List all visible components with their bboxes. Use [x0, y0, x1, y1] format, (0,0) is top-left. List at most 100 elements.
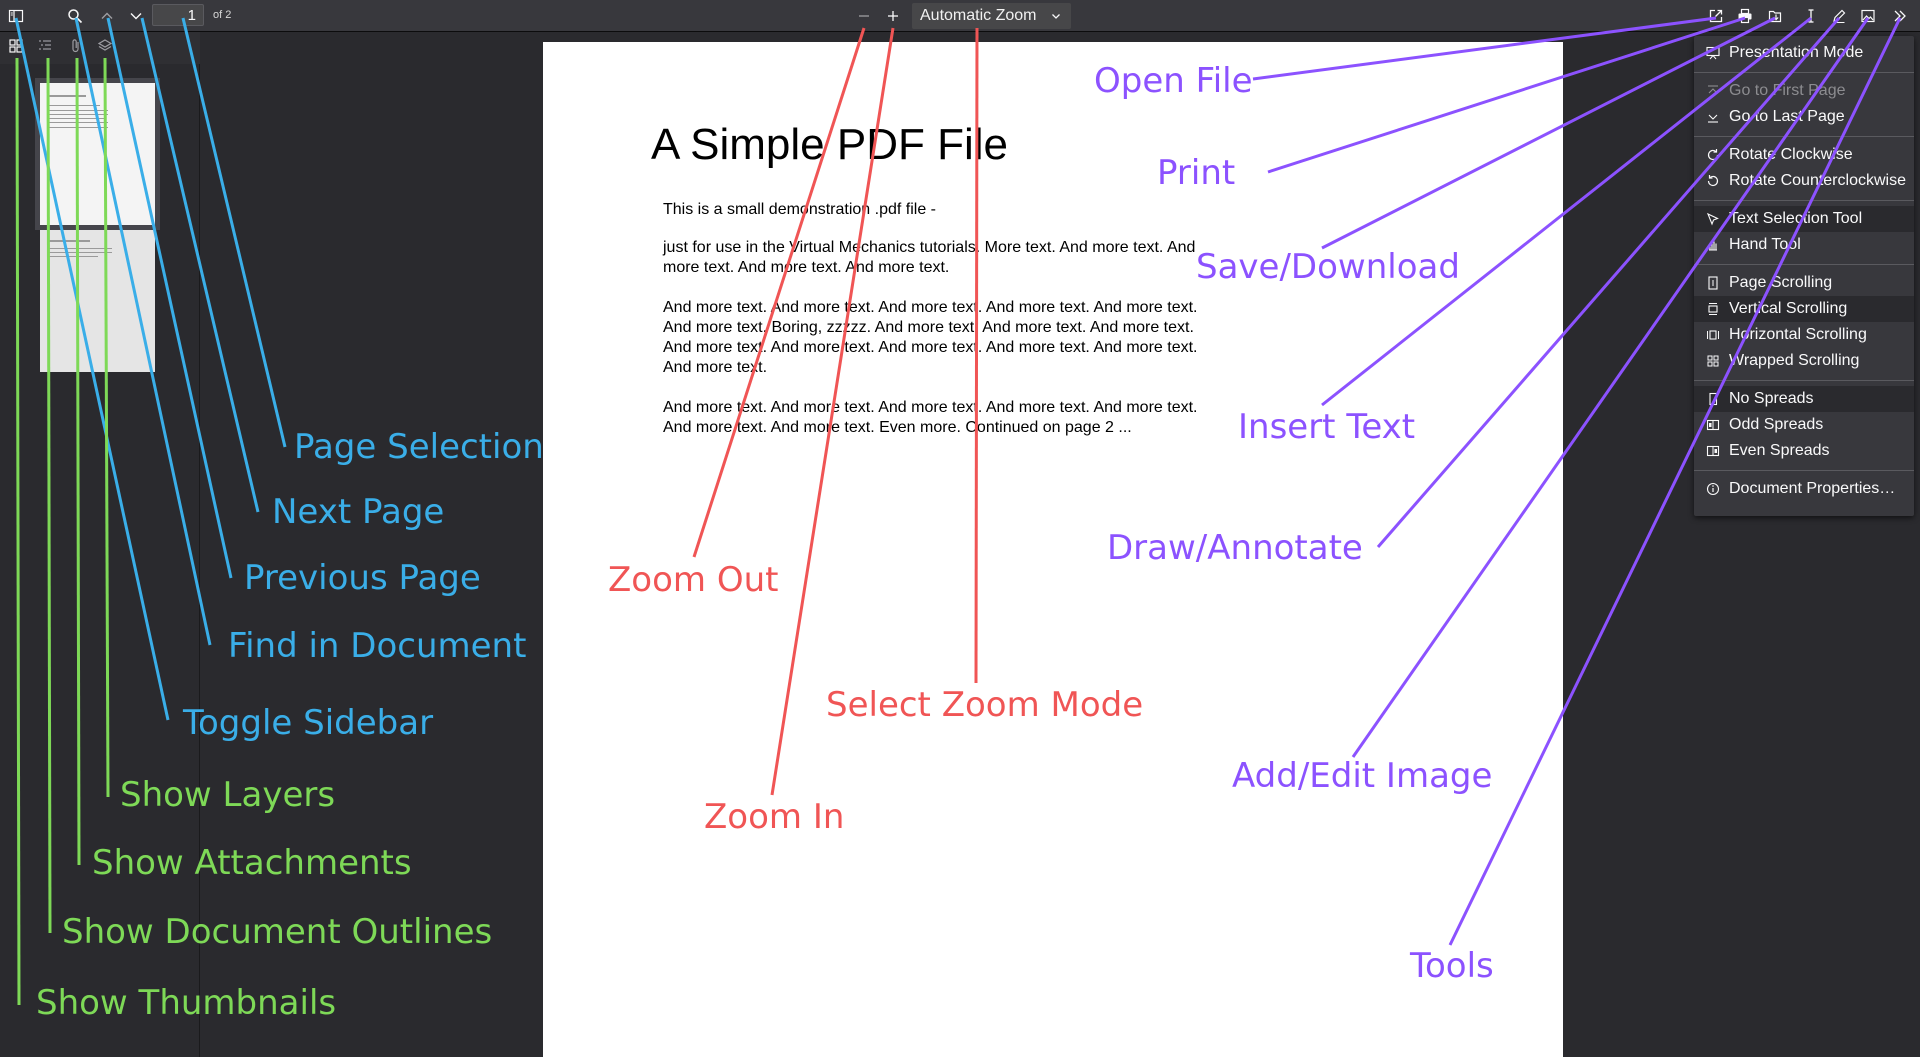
menu-separator	[1694, 200, 1914, 201]
page-thumbnail-2[interactable]	[40, 230, 155, 372]
menu-item-odd-spreads[interactable]: Odd Spreads	[1694, 412, 1914, 438]
menu-item-label: Odd Spreads	[1729, 416, 1824, 433]
thumbnail-text-line	[48, 105, 100, 106]
menu-item-label: Hand Tool	[1729, 236, 1801, 253]
find-button[interactable]	[62, 3, 88, 29]
thumbnail-title-line	[48, 240, 90, 242]
draw-annotate-button[interactable]	[1826, 3, 1852, 29]
menu-separator	[1694, 264, 1914, 265]
next-page-button[interactable]	[123, 3, 149, 29]
menu-separator	[1694, 136, 1914, 137]
even-spreads-icon	[1706, 445, 1720, 457]
outline-icon	[39, 40, 51, 50]
plus-icon	[888, 11, 898, 21]
menu-item-presentation-mode[interactable]: Presentation Mode	[1694, 40, 1914, 66]
hand-icon	[1709, 241, 1717, 251]
toggle-sidebar-button[interactable]	[3, 3, 29, 29]
chevron-down-icon	[130, 13, 142, 20]
sidebar-icon	[8, 9, 24, 23]
open-file-button[interactable]	[1703, 3, 1729, 29]
page-thumbnail-1[interactable]	[40, 83, 155, 225]
tools-button[interactable]	[1887, 3, 1913, 29]
menu-item-rotate-counterclockwise[interactable]: Rotate Counterclockwise	[1694, 168, 1914, 194]
print-button[interactable]	[1732, 3, 1758, 29]
pdf-page: A Simple PDF File This is a small demons…	[543, 42, 1563, 1057]
annotation-previous-page: Previous Page	[244, 558, 481, 598]
annotation-add-edit-image: Add/Edit Image	[1232, 756, 1493, 796]
menu-item-go-to-first-page[interactable]: Go to First Page	[1694, 78, 1914, 104]
page-scrolling-icon	[1708, 276, 1718, 290]
chevron-down-icon	[1052, 14, 1060, 19]
show-attachments-button[interactable]	[68, 38, 88, 58]
annotation-zoom-out: Zoom Out	[608, 560, 779, 600]
menu-item-rotate-clockwise[interactable]: Rotate Clockwise	[1694, 142, 1914, 168]
odd-spreads-icon	[1706, 419, 1720, 431]
insert-text-button[interactable]	[1798, 3, 1824, 29]
sidebar-toolbar	[0, 32, 200, 65]
horizontal-scrolling-icon	[1707, 330, 1719, 340]
zoom-in-button[interactable]	[880, 3, 906, 29]
rotate-counterclockwise-icon	[1707, 175, 1719, 187]
menu-item-label: Rotate Clockwise	[1729, 146, 1853, 163]
menu-item-label: Text Selection Tool	[1729, 210, 1863, 227]
menu-item-vertical-scrolling[interactable]: Vertical Scrolling	[1694, 296, 1914, 322]
menu-item-horizontal-scrolling[interactable]: Horizontal Scrolling	[1694, 322, 1914, 348]
first-page-icon	[1708, 85, 1718, 94]
download-icon	[1768, 10, 1782, 23]
document-paragraph: just for use in the Virtual Mechanics tu…	[663, 239, 1196, 276]
thumbnail-text-line	[48, 127, 108, 128]
menu-item-label: Rotate Counterclockwise	[1729, 172, 1906, 189]
annotation-tools: Tools	[1410, 946, 1494, 986]
menu-item-hand-tool[interactable]: Hand Tool	[1694, 232, 1914, 258]
image-icon	[1861, 9, 1875, 23]
thumbnail-text-line	[48, 122, 108, 123]
menu-item-even-spreads[interactable]: Even Spreads	[1694, 438, 1914, 464]
thumbnail-text-line	[48, 252, 112, 253]
page-number-input[interactable]: 1	[152, 4, 204, 26]
menu-item-document-properties[interactable]: Document Properties…	[1694, 476, 1914, 502]
layers-icon	[97, 39, 113, 51]
annotation-show-layers: Show Layers	[120, 775, 336, 815]
menu-item-label: Horizontal Scrolling	[1729, 326, 1867, 343]
vertical-scrolling-icon	[1708, 303, 1718, 315]
last-page-icon	[1708, 114, 1718, 123]
menu-item-go-to-last-page[interactable]: Go to Last Page	[1694, 104, 1914, 130]
cursor-icon	[1706, 212, 1719, 226]
add-edit-image-button[interactable]	[1855, 3, 1881, 29]
info-icon	[1706, 482, 1720, 496]
page-count-label: of 2	[213, 9, 232, 21]
thumbnail-title-line	[48, 95, 86, 97]
menu-item-label: Page Scrolling	[1729, 274, 1833, 291]
menu-item-wrapped-scrolling[interactable]: Wrapped Scrolling	[1694, 348, 1914, 374]
show-thumbnails-button[interactable]	[8, 38, 28, 58]
annotation-page-selection: Page Selection	[294, 427, 544, 467]
previous-page-button[interactable]	[94, 3, 120, 29]
main-toolbar: 1 of 2 Automatic Zoom	[0, 0, 1920, 32]
presentation-icon	[1706, 46, 1720, 60]
wrapped-scrolling-icon	[1707, 355, 1719, 367]
document-paragraph: And more text. And more text. And more t…	[663, 399, 1198, 436]
menu-item-label: Go to Last Page	[1729, 108, 1845, 125]
text-cursor-icon	[1808, 9, 1814, 23]
annotation-find-in-document: Find in Document	[228, 626, 527, 666]
zoom-select[interactable]: Automatic Zoom	[912, 3, 1071, 29]
annotation-open-file: Open File	[1094, 61, 1253, 101]
show-layers-button[interactable]	[97, 38, 117, 58]
annotation-save-download: Save/Download	[1196, 247, 1460, 287]
search-icon	[68, 9, 83, 24]
annotation-select-zoom-mode: Select Zoom Mode	[826, 685, 1144, 725]
zoom-out-button[interactable]	[851, 3, 877, 29]
menu-item-label: Presentation Mode	[1729, 44, 1864, 61]
show-document-outline-button[interactable]	[37, 38, 57, 58]
document-paragraph: This is a small demonstration .pdf file …	[663, 201, 936, 218]
document-paragraph: And more text. And more text. And more t…	[663, 299, 1198, 376]
save-download-button[interactable]	[1762, 3, 1788, 29]
sidebar	[0, 64, 200, 1057]
annotation-zoom-in: Zoom In	[704, 797, 845, 837]
menu-item-page-scrolling[interactable]: Page Scrolling	[1694, 270, 1914, 296]
menu-item-text-selection-tool[interactable]: Text Selection Tool	[1694, 206, 1914, 232]
no-spreads-icon	[1709, 392, 1718, 406]
menu-item-no-spreads[interactable]: No Spreads	[1694, 386, 1914, 412]
zoom-select-value: Automatic Zoom	[920, 7, 1037, 24]
pencil-icon	[1833, 9, 1846, 23]
